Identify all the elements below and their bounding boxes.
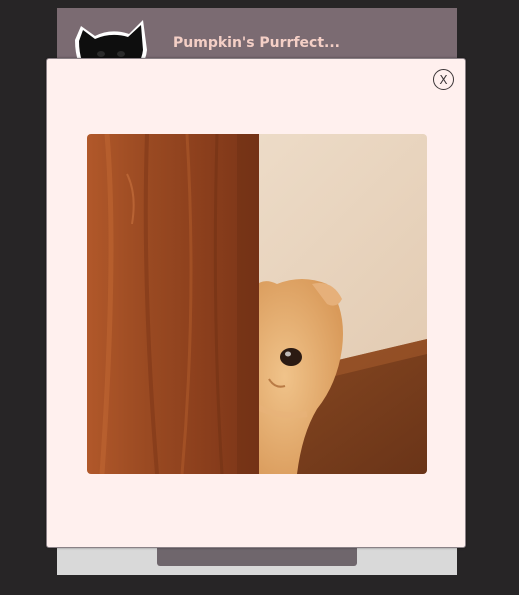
close-icon[interactable]: X (433, 69, 454, 90)
cat-peeking-image (87, 134, 427, 474)
image-modal: X (46, 58, 466, 548)
app-title: Pumpkin's Purrfect... (173, 35, 340, 51)
